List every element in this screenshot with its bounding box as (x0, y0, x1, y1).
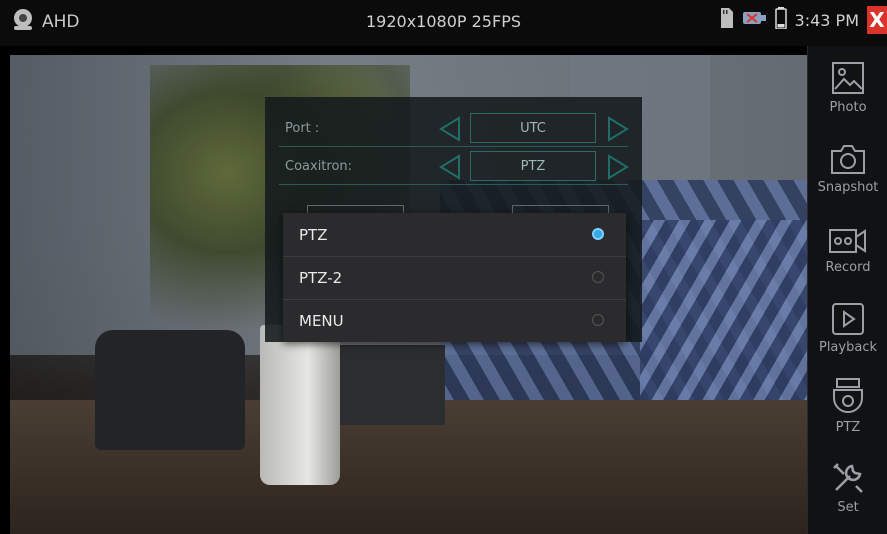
radio-selected-icon[interactable] (592, 228, 604, 240)
option-menu[interactable]: MENU (283, 299, 626, 342)
coaxitron-label: Coaxitron: (285, 159, 353, 174)
close-button[interactable]: X (867, 6, 887, 34)
snapshot-icon (831, 145, 865, 174)
photo-icon (832, 62, 864, 94)
sidebar-item-snapshot[interactable]: Snapshot (808, 132, 887, 212)
clock-text: 3:43 PM (794, 10, 859, 30)
option-ptz-2[interactable]: PTZ-2 (283, 256, 626, 299)
port-value[interactable]: UTC (470, 113, 596, 143)
record-icon (829, 229, 866, 253)
sidebar-item-record[interactable]: Record (808, 212, 887, 292)
port-label: Port : (285, 121, 320, 136)
port-next-arrow-icon[interactable] (605, 115, 631, 143)
sidebar-item-label: PTZ (835, 420, 861, 435)
option-label: MENU (299, 312, 344, 330)
sidebar-item-set[interactable]: Set (808, 452, 887, 532)
ptz-mode-dropdown: PTZ PTZ-2 MENU (283, 213, 626, 342)
status-bar: AHD 1920x1080P 25FPS 3:43 PM X (0, 0, 887, 46)
ptz-icon (833, 378, 863, 413)
battery-icon (774, 7, 787, 33)
coaxitron-value[interactable]: PTZ (470, 151, 596, 181)
sidebar-item-label: Snapshot (817, 180, 879, 195)
coaxitron-next-arrow-icon[interactable] (605, 153, 631, 181)
sidebar-item-label: Playback (818, 340, 877, 355)
sidebar-item-photo[interactable]: Photo (808, 52, 887, 132)
coaxitron-row: Coaxitron: PTZ (265, 149, 642, 185)
status-right: 3:43 PM X (719, 6, 887, 34)
option-label: PTZ (299, 226, 328, 244)
sidebar-item-label: Photo (829, 100, 867, 115)
set-icon (833, 463, 863, 493)
port-row: Port : UTC (265, 111, 642, 147)
row-divider (279, 146, 628, 147)
sidebar-item-label: Set (837, 500, 859, 515)
row-divider (279, 184, 628, 185)
radio-unselected-icon[interactable] (592, 314, 604, 326)
option-ptz[interactable]: PTZ (283, 213, 626, 256)
sidebar-item-label: Record (825, 260, 871, 275)
scene-pot (260, 325, 340, 485)
right-sidebar: Photo Snapshot Record Playback PTZ Set (807, 46, 887, 534)
radio-unselected-icon[interactable] (592, 271, 604, 283)
playback-icon (832, 303, 864, 335)
option-label: PTZ-2 (299, 269, 343, 287)
sd-card-icon (719, 8, 733, 32)
usb-icon (741, 8, 767, 32)
port-prev-arrow-icon[interactable] (437, 115, 463, 143)
sidebar-item-ptz[interactable]: PTZ (808, 372, 887, 452)
scene-chair (95, 330, 245, 450)
sidebar-item-playback[interactable]: Playback (808, 292, 887, 372)
coaxitron-prev-arrow-icon[interactable] (437, 153, 463, 181)
scene-monitor (335, 345, 445, 425)
